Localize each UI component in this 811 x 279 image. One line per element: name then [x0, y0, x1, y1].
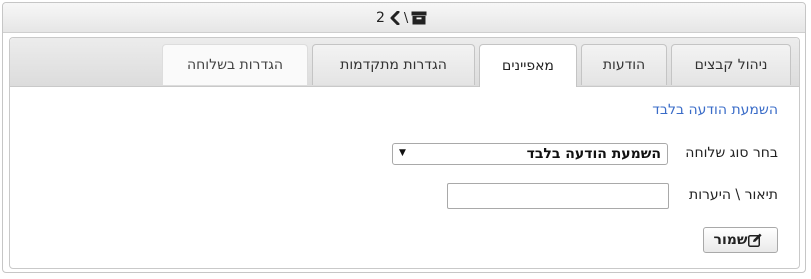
breadcrumb-level: 2: [376, 10, 385, 26]
tab-label: ניהול קבצים: [694, 57, 768, 73]
description-label: תיאור \ היערות: [689, 187, 778, 203]
dropdown-arrow-icon: ▼: [399, 148, 406, 158]
save-button-label: שמור: [713, 232, 748, 248]
breadcrumb-separator: \: [403, 10, 409, 26]
tab-label: מאפיינים: [502, 58, 554, 74]
tab-panel: ניהול קבצים הודעות מאפיינים הגדרות מתקדמ…: [9, 37, 800, 269]
tab-label: הודעות: [602, 57, 646, 73]
section-title[interactable]: השמעת הודעה בלבד: [652, 102, 778, 118]
tab-label: הגדרות מתקדמות: [340, 57, 447, 73]
tab-strip: ניהול קבצים הודעות מאפיינים הגדרות מתקדמ…: [10, 38, 799, 87]
tab-messages[interactable]: הודעות: [581, 44, 667, 85]
chevron-left-icon[interactable]: [389, 11, 401, 25]
app-window: 2 \ ניהול קבצים הודעות מאפיינים הגדרות מ…: [2, 2, 806, 273]
title-bar: 2 \: [3, 3, 805, 33]
tab-label: הגדרות בשלוחה: [187, 57, 284, 73]
tab-properties[interactable]: מאפיינים: [479, 44, 577, 87]
properties-form: השמעת הודעה בלבד בחר סוג שלוחה השמעת הוד…: [10, 86, 799, 268]
tab-advanced-settings[interactable]: הגדרות מתקדמות: [312, 44, 475, 85]
extension-type-value: השמעת הודעה בלבד: [526, 146, 661, 162]
tab-extension-settings[interactable]: הגדרות בשלוחה: [162, 44, 308, 85]
tab-file-management[interactable]: ניהול קבצים: [671, 44, 791, 85]
description-input[interactable]: [447, 183, 669, 209]
edit-icon: [747, 233, 762, 247]
breadcrumb: 2 \: [376, 8, 427, 28]
archive-box-icon[interactable]: [411, 11, 427, 25]
save-button[interactable]: שמור: [703, 227, 778, 253]
extension-type-select[interactable]: השמעת הודעה בלבד ▼: [392, 143, 668, 165]
extension-type-label: בחר סוג שלוחה: [685, 145, 778, 161]
